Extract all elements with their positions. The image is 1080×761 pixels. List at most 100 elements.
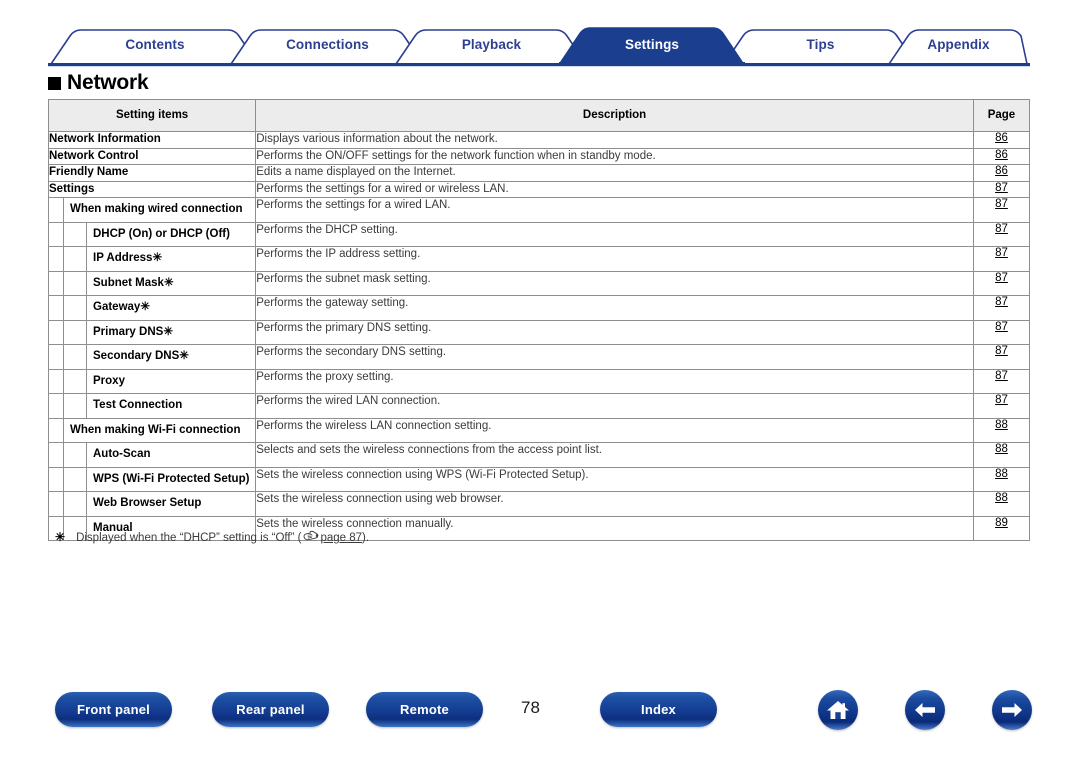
front-panel-button[interactable]: Front panel <box>55 692 172 727</box>
table-row: Settings Performs the settings for a wire… <box>47 180 1031 199</box>
page-title: Network <box>48 71 149 95</box>
table-row: WPS (Wi-Fi Protected Setup) Sets the wire… <box>47 466 1031 493</box>
table-row: Proxy Performs the proxy setting. 87 <box>47 368 1031 395</box>
description-cell: Performs the gateway setting. <box>255 295 974 321</box>
page-cell: 87 <box>972 197 1031 223</box>
page-link[interactable]: 86 <box>995 149 1008 161</box>
page-cell: 87 <box>972 295 1031 321</box>
settings-table: Setting items Description Page Network I… <box>47 99 1031 542</box>
setting-item-cell: Auto-Scan <box>47 442 257 468</box>
setting-item-cell: Network Information <box>47 131 257 149</box>
description-cell: Performs the secondary DNS setting. <box>255 344 974 370</box>
description-cell: Sets the wireless connection using web b… <box>255 491 974 517</box>
page-link[interactable]: 87 <box>995 272 1008 284</box>
page-link[interactable]: 88 <box>995 468 1008 480</box>
setting-item-label: DHCP (On) or DHCP (Off) <box>93 227 230 240</box>
tab-settings[interactable]: Settings <box>559 26 745 64</box>
setting-item-cell: Primary DNS✳ <box>47 319 257 346</box>
footnote-text-after: ). <box>362 532 370 544</box>
setting-item-cell: Test Connection <box>47 393 257 419</box>
column-header-page: Page <box>972 99 1031 132</box>
index-button[interactable]: Index <box>600 692 717 727</box>
setting-item-label: When making Wi-Fi connection <box>70 423 241 436</box>
page-cell: 86 <box>972 164 1031 182</box>
page-cell: 89 <box>972 515 1031 542</box>
setting-item-label: Network Control <box>49 149 139 162</box>
setting-item-cell: When making wired connection <box>47 197 257 223</box>
table-row: IP Address✳ Performs the IP address setti… <box>47 246 1031 272</box>
rear-panel-button[interactable]: Rear panel <box>212 692 329 727</box>
setting-item-cell: Web Browser Setup <box>47 491 257 517</box>
footnote-text-before: Displayed when the “DHCP” setting is “Of… <box>76 532 302 544</box>
page-link[interactable]: 86 <box>995 165 1008 177</box>
page-link[interactable]: 87 <box>995 321 1008 333</box>
setting-item-label: Settings <box>49 182 95 195</box>
footnote-page-link[interactable]: page 87 <box>320 532 362 544</box>
page-cell: 88 <box>972 417 1031 444</box>
table-row: DHCP (On) or DHCP (Off) Performs the DHCP… <box>47 221 1031 248</box>
column-header-description: Description <box>255 99 974 132</box>
setting-item-label: Primary DNS✳ <box>93 325 173 338</box>
tab-appendix[interactable]: Appendix <box>889 26 1028 64</box>
table-row: Subnet Mask✳ Performs the subnet mask set… <box>47 270 1031 297</box>
page-cell: 87 <box>972 393 1031 419</box>
page-link[interactable]: 88 <box>995 419 1008 431</box>
setting-item-label: Subnet Mask✳ <box>93 276 174 289</box>
home-icon <box>826 699 850 721</box>
description-cell: Performs the wired LAN connection. <box>255 393 974 419</box>
page-cell: 87 <box>972 180 1031 199</box>
arrow-left-icon <box>913 700 937 720</box>
page-link[interactable]: 88 <box>995 443 1008 455</box>
home-button[interactable] <box>818 690 858 730</box>
description-cell: Performs the subnet mask setting. <box>255 270 974 297</box>
page-link[interactable]: 87 <box>995 247 1008 259</box>
setting-item-cell: Gateway✳ <box>47 295 257 321</box>
setting-item-label: Web Browser Setup <box>93 497 202 510</box>
setting-item-cell: Network Control <box>47 147 257 166</box>
description-cell: Sets the wireless connection using WPS (… <box>255 466 974 493</box>
column-header-setting-items: Setting items <box>47 99 257 132</box>
page-link[interactable]: 87 <box>995 394 1008 406</box>
page-link[interactable]: 88 <box>995 492 1008 504</box>
setting-item-label: Test Connection <box>93 399 183 412</box>
page-link[interactable]: 86 <box>995 132 1008 144</box>
setting-item-label: WPS (Wi-Fi Protected Setup) <box>93 472 250 485</box>
setting-item-cell: Settings <box>47 180 257 199</box>
remote-button[interactable]: Remote <box>366 692 483 727</box>
tab-contents[interactable]: Contents <box>51 26 259 64</box>
next-button[interactable] <box>992 690 1032 730</box>
table-row: Network Information Displays various info… <box>47 131 1031 149</box>
description-cell: Performs the wireless LAN connection set… <box>255 417 974 444</box>
table-header-row: Setting items Description Page <box>47 99 1031 132</box>
description-cell: Displays various information about the n… <box>255 131 974 149</box>
description-cell: Performs the settings for a wired LAN. <box>255 197 974 223</box>
description-cell: Performs the settings for a wired or wir… <box>255 180 974 199</box>
description-cell: Performs the IP address setting. <box>255 246 974 272</box>
table-row: Auto-Scan Selects and sets the wireless c… <box>47 442 1031 468</box>
description-cell: Selects and sets the wireless connection… <box>255 442 974 468</box>
page-link[interactable]: 87 <box>995 182 1008 194</box>
page-link[interactable]: 87 <box>995 370 1008 382</box>
setting-item-label: When making wired connection <box>70 203 243 216</box>
setting-item-label: Secondary DNS✳ <box>93 350 189 363</box>
page-cell: 87 <box>972 368 1031 395</box>
page-link[interactable]: 87 <box>995 296 1008 308</box>
arrow-right-icon <box>1000 700 1024 720</box>
page-link[interactable]: 87 <box>995 198 1008 210</box>
setting-item-label: Network Information <box>49 133 161 145</box>
page-cell: 86 <box>972 131 1031 149</box>
page-link[interactable]: 87 <box>995 345 1008 357</box>
page-title-text: Network <box>67 71 149 94</box>
page-cell: 88 <box>972 491 1031 517</box>
page-cell: 87 <box>972 344 1031 370</box>
description-cell: Performs the DHCP setting. <box>255 221 974 248</box>
back-button[interactable] <box>905 690 945 730</box>
page-link[interactable]: 89 <box>995 517 1008 529</box>
table-row: Test Connection Performs the wired LAN co… <box>47 393 1031 419</box>
page-link[interactable]: 87 <box>995 223 1008 235</box>
table-row: Web Browser Setup Sets the wireless conne… <box>47 491 1031 517</box>
tab-bar: Contents Connections Playback Settings T… <box>48 26 1030 68</box>
page-cell: 87 <box>972 221 1031 248</box>
square-bullet-icon <box>48 76 61 90</box>
page-cell: 86 <box>972 147 1031 166</box>
